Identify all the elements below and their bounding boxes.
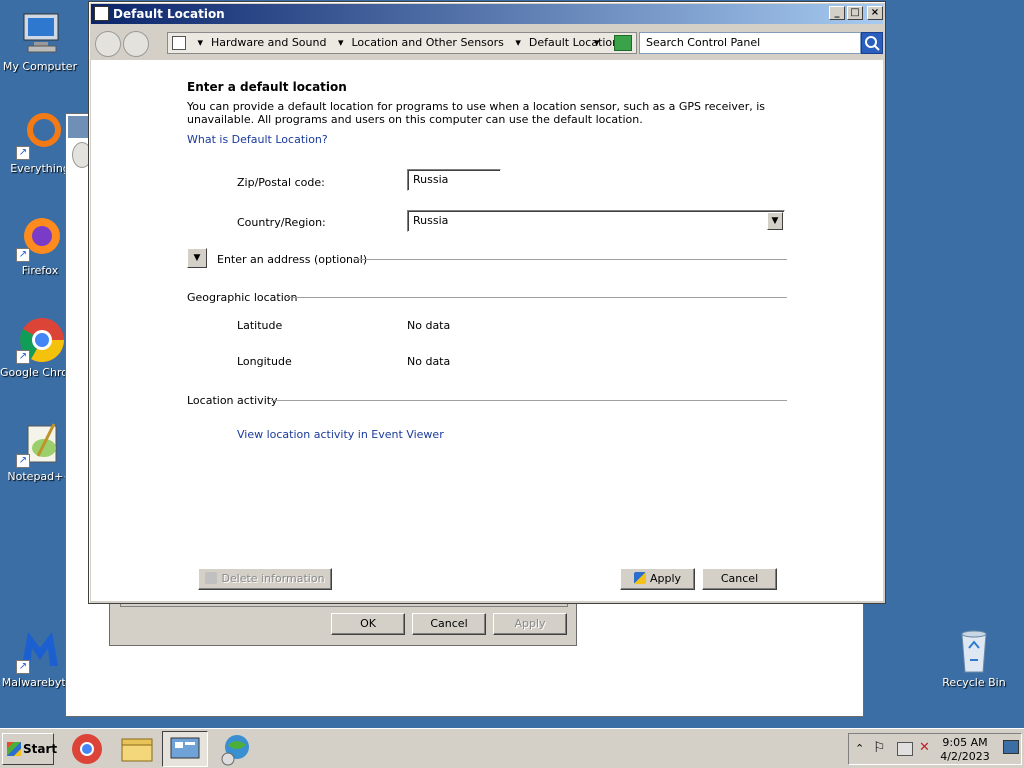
- control-panel-icon: [94, 6, 109, 21]
- breadcrumb-separator: ▾: [337, 36, 344, 49]
- divider: [287, 297, 787, 298]
- address-toggle-button[interactable]: ▼: [187, 248, 207, 268]
- divider: [271, 400, 787, 401]
- country-select[interactable]: Russia ▼: [407, 210, 785, 232]
- address-bar[interactable]: ▾ Hardware and Sound ▾ Location and Other …: [167, 32, 637, 54]
- longitude-value: No data: [407, 355, 451, 368]
- shortcut-arrow-icon: ↗: [16, 454, 30, 468]
- bg-apply-button[interactable]: Apply: [493, 613, 567, 635]
- desktop-icon-recycle-bin[interactable]: Recycle Bin: [934, 626, 1014, 689]
- window-title: Default Location: [113, 7, 225, 21]
- shortcut-arrow-icon: ↗: [16, 146, 30, 160]
- computer-icon: [16, 10, 64, 58]
- page-description: You can provide a default location for p…: [187, 100, 765, 126]
- breadcrumb-item[interactable]: Hardware and Sound: [211, 36, 326, 49]
- country-label: Country/Region:: [237, 216, 326, 229]
- page-heading: Enter a default location: [187, 80, 347, 94]
- shield-icon: [205, 572, 218, 584]
- geo-section-title: Geographic location: [187, 291, 298, 304]
- shield-icon: [633, 572, 646, 584]
- bg-ok-button[interactable]: OK: [331, 613, 405, 635]
- navigation-bar: ▾ Hardware and Sound ▾ Location and Other …: [91, 26, 883, 58]
- zip-field[interactable]: Russia: [407, 169, 501, 191]
- system-tray: ⌃ ⚐ ✕ 9:05 AM 4/2/2023: [848, 733, 1022, 765]
- desktop-icon-label: My Computer: [2, 60, 78, 73]
- breadcrumb-item[interactable]: Location and Other Sensors: [352, 36, 504, 49]
- cancel-button[interactable]: Cancel: [702, 568, 777, 590]
- taskbar-network-icon[interactable]: [212, 731, 258, 767]
- background-window-titlebar: [68, 116, 88, 138]
- start-label: Start: [23, 742, 58, 756]
- clock[interactable]: 9:05 AM 4/2/2023: [935, 736, 995, 764]
- firefox-icon: ↗: [16, 214, 64, 262]
- event-viewer-link[interactable]: View location activity in Event Viewer: [237, 428, 444, 441]
- taskbar-chrome-icon[interactable]: [64, 731, 110, 767]
- search-icon[interactable]: [861, 32, 883, 54]
- volume-muted-icon[interactable]: ✕: [919, 740, 930, 755]
- latitude-label: Latitude: [237, 319, 283, 332]
- address-cp-icon: [172, 36, 186, 50]
- country-select-value: Russia: [413, 214, 449, 227]
- recycle-bin-icon: [950, 626, 998, 674]
- refresh-icon[interactable]: [614, 35, 632, 51]
- minimize-button[interactable]: _: [829, 6, 845, 20]
- taskbar-explorer-icon[interactable]: [114, 731, 160, 767]
- notepadpp-icon: ↗: [16, 420, 64, 468]
- address-toggle-label[interactable]: Enter an address (optional): [217, 253, 367, 266]
- breadcrumb-separator: ▾: [515, 36, 521, 49]
- forward-button[interactable]: [123, 31, 149, 57]
- clock-time: 9:05 AM: [942, 736, 988, 749]
- default-location-window[interactable]: Default Location _ □ × ▾ Hardware and Sou…: [88, 1, 886, 604]
- taskbar: Start ⌃ ⚐ ✕ 9:05 AM 4/2/2023: [0, 728, 1024, 768]
- divider: [353, 259, 787, 260]
- content-pane: Enter a default location You can provide…: [91, 60, 883, 601]
- start-button[interactable]: Start: [2, 733, 58, 765]
- maximize-button[interactable]: □: [847, 6, 863, 20]
- desktop-icon-my-computer[interactable]: My Computer: [0, 10, 80, 73]
- breadcrumb-item[interactable]: Default Location: [529, 36, 619, 49]
- delete-information-label: Delete information: [221, 572, 325, 585]
- shortcut-arrow-icon: ↗: [16, 248, 30, 262]
- show-desktop-icon[interactable]: [1003, 740, 1019, 754]
- address-dropdown-icon[interactable]: ▾: [594, 33, 600, 53]
- taskbar-control-panel-icon[interactable]: [162, 731, 208, 767]
- back-button[interactable]: [95, 31, 121, 57]
- search-input[interactable]: Search Control Panel: [639, 32, 861, 54]
- chrome-icon: ↗: [16, 316, 64, 364]
- clock-date: 4/2/2023: [940, 750, 990, 763]
- flag-icon[interactable]: ⚐: [873, 740, 886, 756]
- show-hidden-icons-icon[interactable]: ⌃: [855, 742, 864, 755]
- malwarebytes-icon: ↗: [16, 626, 64, 674]
- windows-logo-icon: [7, 742, 21, 756]
- shortcut-arrow-icon: ↗: [16, 660, 30, 674]
- network-tray-icon[interactable]: [897, 742, 913, 756]
- chevron-down-icon[interactable]: ▼: [767, 212, 783, 230]
- apply-button[interactable]: Apply: [620, 568, 695, 590]
- close-button[interactable]: ×: [867, 6, 883, 20]
- longitude-label: Longitude: [237, 355, 292, 368]
- breadcrumb-separator: ▾: [197, 36, 204, 49]
- desktop-icon-label: Recycle Bin: [942, 676, 1006, 689]
- activity-section-title: Location activity: [187, 394, 278, 407]
- everything-icon: ↗: [16, 112, 64, 160]
- latitude-value: No data: [407, 319, 451, 332]
- delete-information-button[interactable]: Delete information: [198, 568, 332, 590]
- window-titlebar[interactable]: Default Location _ □ ×: [91, 4, 883, 24]
- bg-cancel-button[interactable]: Cancel: [412, 613, 486, 635]
- help-link[interactable]: What is Default Location?: [187, 133, 328, 146]
- apply-button-label: Apply: [649, 572, 682, 585]
- shortcut-arrow-icon: ↗: [16, 350, 30, 364]
- zip-label: Zip/Postal code:: [237, 176, 325, 189]
